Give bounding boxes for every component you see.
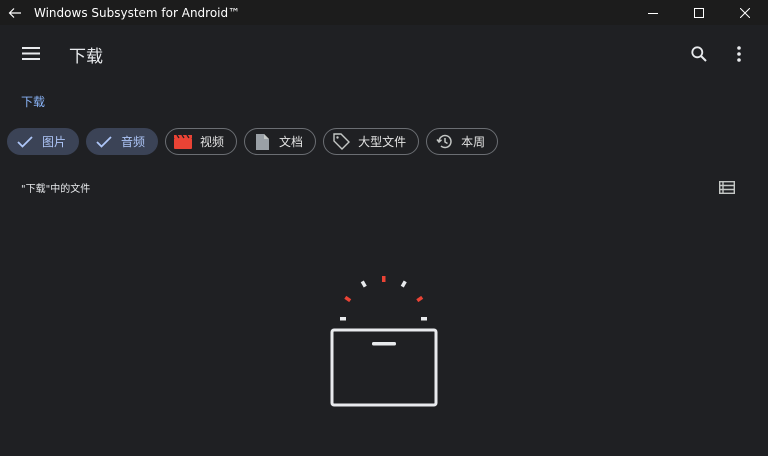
section-title: "下载"中的文件 — [21, 184, 91, 195]
chip-this-week[interactable]: 本周 — [426, 128, 499, 155]
close-button[interactable] — [722, 0, 768, 25]
chip-label: 图片 — [42, 135, 67, 149]
minimize-button[interactable] — [630, 0, 676, 25]
page-title: 下载 — [69, 47, 103, 67]
filter-chips: 图片 音频 视频 文档 大型文件 本周 — [7, 128, 499, 155]
back-arrow-icon[interactable] — [8, 6, 22, 20]
search-icon — [691, 46, 707, 62]
chip-images[interactable]: 图片 — [7, 128, 80, 155]
maximize-button[interactable] — [676, 0, 722, 25]
breadcrumb[interactable]: 下载 — [21, 93, 45, 110]
hamburger-menu-icon — [22, 46, 40, 60]
maximize-icon — [694, 7, 704, 18]
app-bar: 下载 — [0, 25, 768, 81]
chip-audio[interactable]: 音频 — [86, 128, 159, 155]
empty-box-icon — [325, 272, 443, 416]
document-icon — [253, 133, 271, 151]
search-button[interactable] — [686, 41, 712, 67]
list-view-icon — [719, 180, 735, 194]
close-icon — [740, 7, 750, 18]
chip-documents[interactable]: 文档 — [244, 128, 317, 155]
chip-label: 大型文件 — [358, 135, 407, 149]
minimize-icon — [648, 12, 658, 14]
chip-videos[interactable]: 视频 — [165, 128, 238, 155]
hamburger-menu-button[interactable] — [18, 41, 44, 65]
chip-label: 本周 — [461, 135, 486, 149]
more-vert-icon — [737, 46, 741, 62]
chip-label: 视频 — [200, 135, 225, 149]
check-icon — [95, 133, 113, 151]
window-controls — [630, 0, 768, 25]
chip-label: 音频 — [121, 135, 146, 149]
tag-icon — [332, 133, 350, 151]
window-title: Windows Subsystem for Android™ — [34, 5, 241, 20]
video-icon — [174, 133, 193, 151]
more-options-button[interactable] — [728, 41, 750, 67]
chip-large-files[interactable]: 大型文件 — [323, 128, 420, 155]
history-icon — [435, 133, 453, 151]
check-icon — [16, 133, 34, 151]
window-titlebar: Windows Subsystem for Android™ — [0, 0, 768, 25]
list-view-button[interactable] — [718, 179, 736, 195]
chip-label: 文档 — [279, 135, 304, 149]
